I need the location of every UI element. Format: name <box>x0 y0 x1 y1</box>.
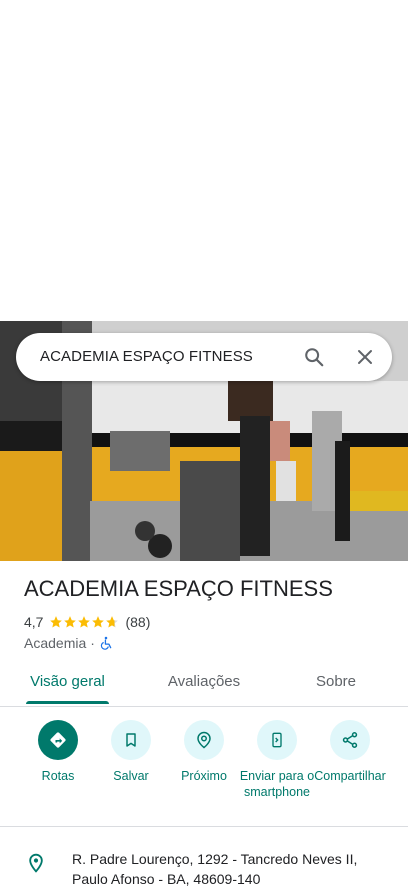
location-pin-icon <box>29 853 43 873</box>
rating-stars <box>49 615 119 629</box>
place-category: Academia <box>24 635 87 651</box>
close-icon[interactable] <box>353 345 377 369</box>
directions-button[interactable]: Rotas <box>20 720 96 784</box>
star-half-icon <box>106 616 119 628</box>
address-text[interactable]: R. Padre Lourenço, 1292 - Tancredo Neves… <box>72 849 384 889</box>
review-count[interactable]: (88) <box>125 614 150 630</box>
search-bar[interactable]: ACADEMIA ESPAÇO FITNESS <box>16 333 392 381</box>
share-icon <box>330 720 370 760</box>
separator: · <box>90 635 95 651</box>
star-icon <box>92 616 105 628</box>
share-button[interactable]: Compartilhar <box>312 720 388 784</box>
nearby-label: Próximo <box>181 769 227 783</box>
tab-about[interactable]: Sobre <box>306 662 366 706</box>
divider <box>0 826 408 827</box>
share-label: Compartilhar <box>314 769 386 783</box>
rating-value: 4,7 <box>24 614 44 630</box>
search-query[interactable]: ACADEMIA ESPAÇO FITNESS <box>40 333 253 381</box>
send-to-phone-icon <box>257 720 297 760</box>
send-to-phone-button[interactable]: Enviar para o smartphone <box>239 720 315 800</box>
rating-row[interactable]: 4,7 (88) <box>24 612 150 632</box>
search-icon[interactable] <box>302 345 326 369</box>
star-icon <box>50 616 63 628</box>
tab-indicator <box>26 701 109 704</box>
map-area <box>0 0 408 321</box>
bookmark-icon <box>111 720 151 760</box>
save-button[interactable]: Salvar <box>93 720 169 784</box>
star-icon <box>78 616 91 628</box>
tab-overview[interactable]: Visão geral <box>26 662 109 706</box>
directions-icon <box>38 720 78 760</box>
save-label: Salvar <box>113 769 149 783</box>
nearby-button[interactable]: Próximo <box>166 720 242 784</box>
place-title: ACADEMIA ESPAÇO FITNESS <box>24 576 333 601</box>
nearby-icon <box>184 720 224 760</box>
directions-label: Rotas <box>41 769 75 783</box>
star-icon <box>64 616 77 628</box>
send-to-phone-label: Enviar para o smartphone <box>239 769 315 799</box>
wheelchair-icon <box>100 636 112 650</box>
tab-reviews[interactable]: Avaliações <box>160 662 248 706</box>
category-row: Academia · <box>24 634 113 652</box>
